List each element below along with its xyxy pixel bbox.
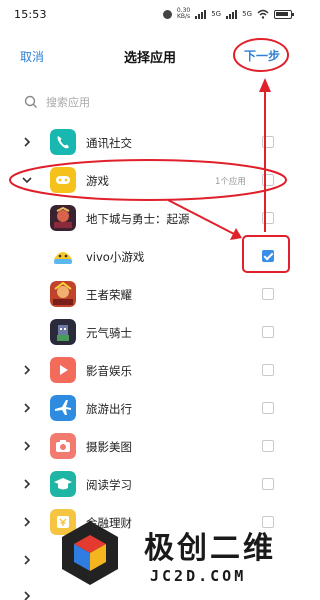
category-row-entertainment[interactable]: 影音娱乐 (0, 352, 300, 388)
vivo-minigame-app-icon (50, 243, 76, 269)
game-checkbox-checked[interactable] (262, 250, 274, 262)
app-count: 1个应用 (215, 177, 246, 187)
game-checkbox[interactable] (262, 288, 274, 300)
category-checkbox[interactable] (262, 174, 274, 186)
dnf-app-icon (50, 205, 76, 231)
watermark-name: 极创二维 (144, 531, 276, 566)
play-icon (50, 357, 76, 383)
category-checkbox[interactable] (262, 478, 274, 490)
category-label: 摄影美图 (86, 440, 132, 454)
soul-knight-app-icon (50, 319, 76, 345)
category-row-photography[interactable]: 摄影美图 (0, 428, 300, 464)
signal-icon (195, 9, 207, 19)
header-bar: 取消 选择应用 下一步 (0, 38, 300, 74)
category-checkbox[interactable] (262, 364, 274, 376)
category-row-travel[interactable]: 旅游出行 (0, 390, 300, 426)
game-row-vivo-minigame[interactable]: vivo小游戏 (0, 238, 300, 274)
chevron-right-icon[interactable] (22, 441, 32, 451)
signal-icon-2 (226, 9, 238, 19)
game-label: 元气骑士 (86, 326, 132, 340)
game-row-honor-of-kings[interactable]: 王者荣耀 (0, 276, 300, 312)
category-row-games[interactable]: 游戏 1个应用 (0, 162, 300, 198)
category-checkbox[interactable] (262, 402, 274, 414)
airplane-icon (50, 395, 76, 421)
game-row-soul-knight[interactable]: 元气骑士 (0, 314, 300, 350)
watermark-url: JC2D.COM (150, 567, 247, 585)
game-checkbox[interactable] (262, 212, 274, 224)
chevron-right-icon[interactable] (22, 365, 32, 375)
wifi-icon (257, 9, 269, 19)
alarm-icon (162, 9, 172, 19)
next-step-button[interactable]: 下一步 (244, 47, 280, 64)
honor-of-kings-app-icon (50, 281, 76, 307)
category-row-reading[interactable]: 阅读学习 (0, 466, 300, 502)
battery-icon (274, 9, 294, 19)
graduation-icon (50, 471, 76, 497)
phone-icon (50, 129, 76, 155)
category-label: 通讯社交 (86, 136, 132, 150)
chevron-right-icon[interactable] (22, 555, 32, 565)
game-label: 地下城与勇士：起源 (86, 212, 190, 226)
network-type: 5G (211, 10, 222, 18)
category-row-communication[interactable]: 通讯社交 (0, 124, 300, 160)
status-bar: 15:53 0.30 KB/s 5G 5G (0, 0, 300, 28)
search-input[interactable]: 搜索应用 (46, 94, 90, 110)
category-checkbox[interactable] (262, 136, 274, 148)
status-icons: 0.30 KB/s 5G 5G (162, 6, 294, 22)
camera-icon (50, 433, 76, 459)
chevron-right-icon[interactable] (22, 591, 32, 600)
chevron-right-icon[interactable] (22, 479, 32, 489)
search-bar[interactable]: 搜索应用 (24, 91, 274, 113)
category-label: 阅读学习 (86, 478, 132, 492)
game-row-dnf[interactable]: 地下城与勇士：起源 (0, 200, 300, 236)
game-checkbox[interactable] (262, 326, 274, 338)
category-label: 影音娱乐 (86, 364, 132, 378)
watermark: 极创二维 JC2D.COM (50, 515, 300, 600)
gamepad-icon (50, 167, 76, 193)
chevron-down-icon[interactable] (22, 175, 32, 185)
chevron-right-icon[interactable] (22, 137, 32, 147)
category-label: 游戏 (86, 174, 109, 188)
game-label: vivo小游戏 (86, 250, 145, 264)
search-icon (24, 95, 37, 108)
category-checkbox[interactable] (262, 440, 274, 452)
status-time: 15:53 (14, 8, 47, 21)
network-speed: 0.30 KB/s (176, 7, 191, 20)
network-type-2: 5G (242, 10, 252, 18)
category-label: 旅游出行 (86, 402, 132, 416)
annotation-arrowhead-up (259, 78, 271, 92)
chevron-right-icon[interactable] (22, 403, 32, 413)
chevron-right-icon[interactable] (22, 517, 32, 527)
game-label: 王者荣耀 (86, 288, 132, 302)
watermark-logo (62, 521, 118, 585)
